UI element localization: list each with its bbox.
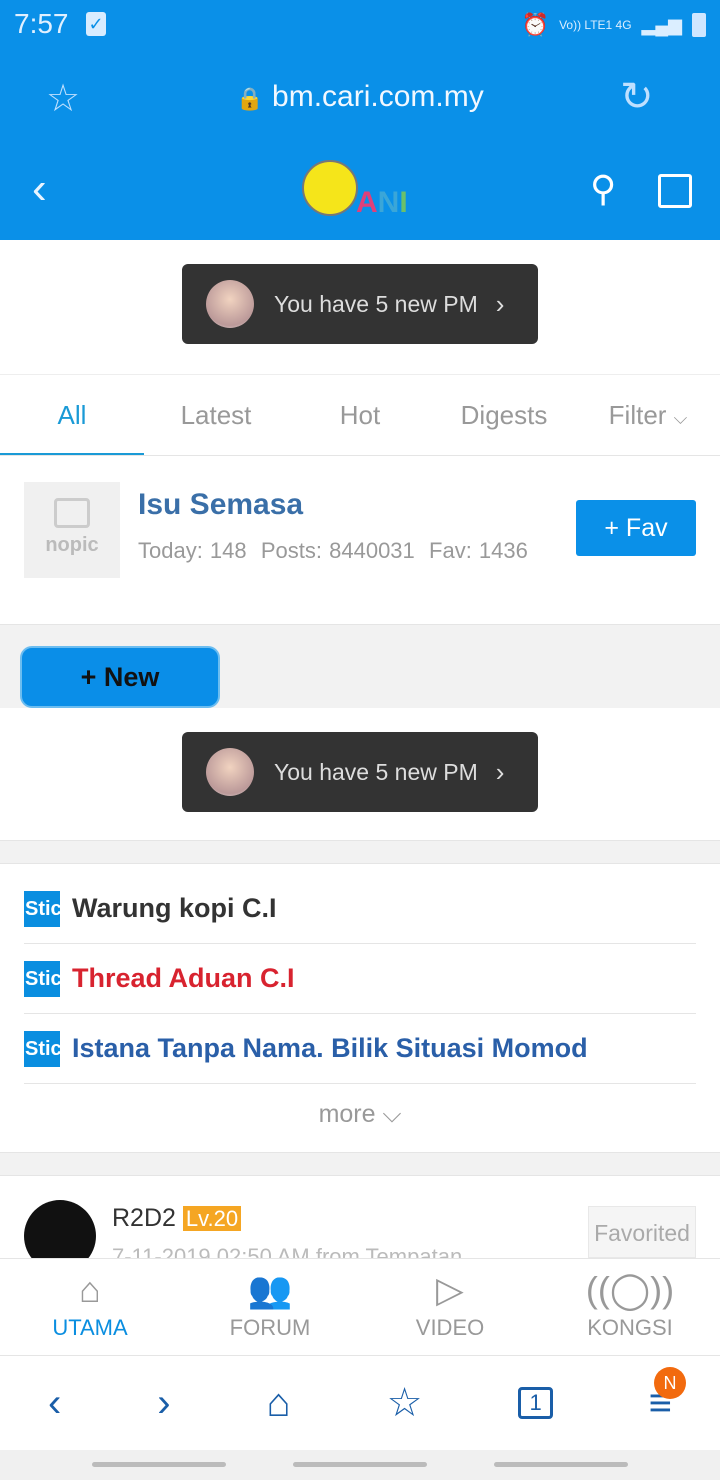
sticky-badge: Sticky bbox=[24, 1030, 60, 1067]
pm-banner[interactable]: You have 5 new PM › bbox=[182, 732, 538, 812]
bottom-nav: ⌂ UTAMA 👥 FORUM ▷ VIDEO ((◯)) KONGSI bbox=[0, 1258, 720, 1356]
post-meta: 7-11-2019 02:50 AM from Tempatan bbox=[112, 1244, 463, 1258]
thread-title: Istana Tanpa Nama. Bilik Situasi Momod bbox=[72, 1033, 588, 1063]
thread-title: Warung kopi C.I bbox=[72, 893, 277, 923]
nav-utama[interactable]: ⌂ UTAMA bbox=[0, 1259, 180, 1355]
menu-icon[interactable]: ≡ N bbox=[649, 1366, 687, 1426]
forum-stats: Today: 148 Posts: 8440031 Fav: 1436 bbox=[138, 538, 528, 564]
tab-hot[interactable]: Hot bbox=[288, 375, 432, 455]
username: R2D2 bbox=[112, 1204, 176, 1232]
pm-banner[interactable]: You have 5 new PM › bbox=[182, 264, 538, 344]
battery-icon bbox=[692, 13, 706, 37]
tab-latest[interactable]: Latest bbox=[144, 375, 288, 455]
sticky-thread[interactable]: Sticky Thread Aduan C.I bbox=[24, 944, 696, 1014]
chevron-down-icon: ⌵ bbox=[382, 1100, 402, 1128]
more-button[interactable]: more ⌵ bbox=[0, 1100, 720, 1129]
bookmarks-icon[interactable]: ☆ bbox=[387, 1380, 423, 1426]
avatar bbox=[206, 280, 254, 328]
today-count: Today: 148 bbox=[138, 538, 247, 563]
nopic-label: nopic bbox=[45, 534, 99, 556]
broadcast-icon: ((◯)) bbox=[585, 1269, 675, 1310]
reload-icon[interactable]: ↻ bbox=[620, 74, 654, 120]
chevron-right-icon: › bbox=[495, 288, 505, 319]
sticky-thread[interactable]: Sticky Istana Tanpa Nama. Bilik Situasi M… bbox=[24, 1014, 696, 1084]
favorited-button[interactable]: Favorited bbox=[588, 1206, 696, 1258]
nav-video[interactable]: ▷ VIDEO bbox=[360, 1259, 540, 1355]
tab-all[interactable]: All bbox=[0, 375, 144, 455]
back-icon[interactable]: ‹ bbox=[48, 1381, 61, 1426]
checkbox-notification-icon: ✓ bbox=[86, 12, 106, 36]
url-text: bm.cari.com.my bbox=[272, 80, 484, 113]
top-bar: 7:57 ✓ ⏰ Vo)) LTE1 4G ▂▄▆ ☆ 🔒 bm.cari.com.… bbox=[0, 0, 720, 240]
chevron-down-icon: ⌵ bbox=[673, 408, 688, 428]
browser-toolbar: ‹ › ⌂ ☆ 1 ≡ N bbox=[0, 1356, 720, 1450]
chevron-right-icon: › bbox=[495, 756, 505, 787]
network-status: Vo)) LTE1 4G bbox=[559, 18, 632, 32]
gesture-bar bbox=[0, 1450, 720, 1480]
tabs-icon[interactable]: 1 bbox=[518, 1387, 553, 1419]
fav-button[interactable]: + Fav bbox=[576, 500, 696, 556]
tab-filter[interactable]: Filter ⌵ bbox=[576, 375, 720, 455]
nav-label: VIDEO bbox=[415, 1315, 485, 1340]
status-time: 7:57 bbox=[14, 8, 69, 39]
tabs: All Latest Hot Digests Filter ⌵ bbox=[0, 374, 720, 456]
new-thread-button[interactable]: + New bbox=[20, 646, 220, 708]
tab-digests[interactable]: Digests bbox=[432, 375, 576, 455]
pm-text: You have 5 new PM bbox=[274, 290, 478, 317]
posts-count: Posts: 8440031 bbox=[260, 538, 415, 563]
nav-label: FORUM bbox=[229, 1315, 311, 1340]
forum-title: Isu Semasa bbox=[138, 488, 304, 521]
forum-image: nopic bbox=[24, 482, 120, 578]
pm-text: You have 5 new PM bbox=[274, 758, 478, 785]
avatar bbox=[206, 748, 254, 796]
notification-badge: N bbox=[654, 1366, 687, 1399]
compose-icon[interactable] bbox=[658, 174, 692, 208]
nav-forum[interactable]: 👥 FORUM bbox=[180, 1259, 360, 1355]
forward-icon[interactable]: › bbox=[157, 1381, 170, 1426]
alarm-icon: ⏰ bbox=[521, 12, 550, 37]
nav-label: KONGSI bbox=[587, 1315, 673, 1340]
nav-kongsi[interactable]: ((◯)) KONGSI bbox=[540, 1259, 720, 1355]
play-icon: ▷ bbox=[436, 1269, 464, 1310]
fav-count: Fav: 1436 bbox=[429, 538, 528, 563]
nav-label: UTAMA bbox=[52, 1315, 128, 1340]
filter-label: Filter bbox=[608, 400, 667, 430]
home-icon: ⌂ bbox=[79, 1269, 101, 1310]
back-icon[interactable]: ‹ bbox=[32, 164, 47, 214]
lock-icon: 🔒 bbox=[236, 86, 264, 111]
sticky-thread[interactable]: Sticky Warung kopi C.I bbox=[24, 874, 696, 944]
search-icon[interactable]: ⚲ bbox=[590, 168, 616, 210]
thread-title: Thread Aduan C.I bbox=[72, 963, 295, 993]
cari-logo[interactable]: ANI bbox=[302, 160, 422, 220]
sticky-badge: Sticky bbox=[24, 960, 60, 997]
url-bar[interactable]: 🔒 bm.cari.com.my bbox=[0, 80, 720, 114]
signal-icon: ▂▄▆ bbox=[641, 14, 682, 35]
post-author[interactable]: R2D2 Lv.20 bbox=[112, 1204, 242, 1233]
more-label: more bbox=[318, 1100, 376, 1128]
people-icon: 👥 bbox=[247, 1269, 293, 1310]
image-icon bbox=[54, 498, 90, 528]
sticky-badge: Sticky bbox=[24, 890, 60, 927]
level-badge: Lv.20 bbox=[182, 1206, 242, 1231]
home-icon[interactable]: ⌂ bbox=[267, 1381, 291, 1426]
